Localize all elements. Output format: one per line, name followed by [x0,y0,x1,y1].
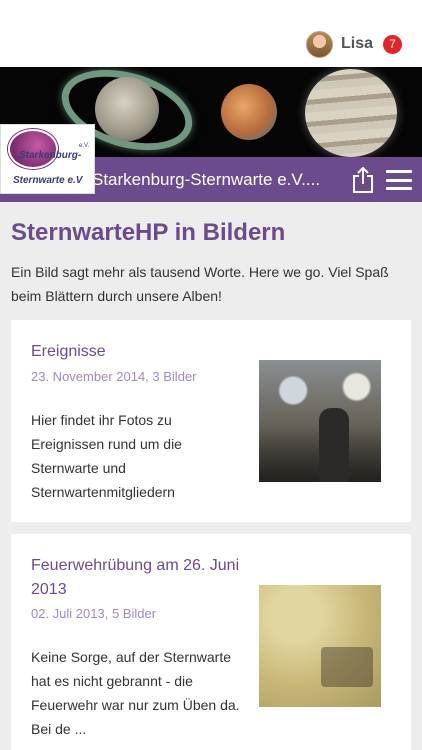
logo-text-1: Starkenburg- [19,150,82,161]
album-title[interactable]: Ereignisse [31,340,251,364]
album-thumbnail[interactable] [259,360,381,482]
album-description: Hier findet ihr Fotos zu Ereignissen run… [31,412,182,500]
album-meta: 02. Juli 2013, 5 Bilder [31,606,157,621]
menu-button[interactable] [386,170,412,190]
top-bar: Lisa 7 [0,0,422,67]
avatar[interactable] [305,30,333,58]
menu-icon-bar [386,170,412,173]
page-title: SternwarteHP in Bildern [11,219,286,246]
menu-icon-bar [386,187,412,190]
share-icon [353,166,373,193]
logo-ev: e.V. [79,143,90,149]
saturn-image [95,77,159,141]
album-card[interactable]: Feuerwehrübung am 26. Juni 2013 02. Juli… [11,534,411,750]
site-title[interactable]: Starkenburg-Sternwarte e.V.... [92,170,320,190]
site-logo[interactable]: Starkenburg- e.V. Sternwarte e.V [0,124,95,194]
username[interactable]: Lisa [341,35,373,53]
logo-emblem [8,129,58,169]
user-menu[interactable]: Lisa 7 [305,29,402,59]
share-button[interactable] [350,166,376,194]
logo-text-2: Sternwarte e.V [13,175,83,186]
page-intro: Ein Bild sagt mehr als tausend Worte. He… [11,264,389,304]
album-title[interactable]: Feuerwehrübung am 26. Juni 2013 [31,554,251,602]
album-card[interactable]: Ereignisse 23. November 2014, 3 Bilder H… [11,320,411,522]
mars-image [221,84,277,140]
album-thumbnail[interactable] [259,585,381,707]
album-meta: 23. November 2014, 3 Bilder [31,369,197,384]
menu-icon-bar [386,178,412,182]
album-description: Keine Sorge, auf der Sternwarte hat es n… [31,649,240,737]
jupiter-image [305,69,397,157]
notification-badge[interactable]: 7 [383,34,402,54]
